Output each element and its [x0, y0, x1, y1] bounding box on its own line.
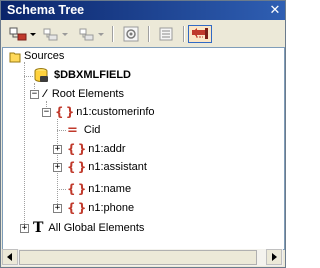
schema-tree: Sources $DBXMLFIELD − ∕ Root Elements − … — [2, 47, 285, 250]
tree-node-label: n1:assistant — [88, 161, 147, 173]
tree-node-source[interactable]: $DBXMLFIELD — [33, 67, 131, 83]
tree-node-name[interactable]: { } n1:name — [67, 181, 131, 197]
attribute-icon: = — [67, 122, 78, 138]
database-icon — [34, 68, 48, 82]
properties-button[interactable] — [120, 25, 142, 43]
expand-toggle[interactable]: + — [53, 145, 62, 154]
folder-icon — [9, 52, 21, 62]
element-icon: { } — [67, 142, 86, 156]
append-button[interactable] — [78, 25, 104, 43]
tree-node-cid[interactable]: = Cid — [67, 122, 100, 138]
chevron-down-icon — [61, 32, 68, 36]
slash-icon: ∕ — [44, 88, 46, 100]
insert-child-icon — [9, 27, 26, 41]
insert-before-button[interactable] — [42, 25, 68, 43]
arrow-right-icon — [272, 253, 277, 261]
collapse-toggle[interactable]: − — [42, 108, 51, 117]
tree-node-customerinfo[interactable]: { } n1:customerinfo — [55, 104, 155, 120]
text-type-icon: T — [33, 220, 44, 236]
tree-node-label: All Global Elements — [48, 222, 145, 234]
tree-node-label: n1:addr — [88, 143, 126, 155]
toolbar — [2, 21, 284, 47]
tree-node-root-elements[interactable]: ∕ Root Elements — [44, 86, 124, 102]
schema-tree-panel: Schema Tree ✕ Sources $DBXMLFIELD − ∕ Ro… — [0, 0, 286, 268]
tree-node-assistant[interactable]: { } n1:assistant — [67, 159, 147, 175]
toolbar-separator — [183, 26, 185, 42]
tree-node-label: Root Elements — [51, 88, 124, 100]
return-button[interactable] — [188, 25, 212, 43]
tree-node-phone[interactable]: { } n1:phone — [67, 200, 134, 216]
expand-toggle[interactable]: + — [53, 163, 62, 172]
tree-node-addr[interactable]: { } n1:addr — [67, 141, 126, 157]
tree-node-label: n1:name — [88, 183, 132, 195]
fields-button[interactable] — [155, 25, 177, 43]
expand-toggle[interactable]: + — [53, 204, 62, 213]
tree-line — [24, 62, 25, 228]
scroll-right-button[interactable] — [266, 249, 282, 265]
element-icon: { } — [67, 160, 86, 174]
toolbar-separator — [148, 26, 150, 42]
insert-before-icon — [43, 28, 57, 41]
tree-node-label: Sources — [24, 50, 65, 62]
element-icon: { } — [67, 201, 86, 215]
horizontal-scrollbar[interactable] — [2, 249, 283, 266]
return-arrow-icon — [192, 28, 208, 39]
close-icon[interactable]: ✕ — [268, 3, 282, 17]
tree-line — [57, 130, 66, 131]
element-icon: { } — [55, 105, 74, 119]
tree-line — [57, 189, 66, 190]
panel-title: Schema Tree — [7, 3, 85, 17]
scroll-left-button[interactable] — [2, 249, 18, 265]
toolbar-separator — [112, 26, 114, 42]
tree-node-sources[interactable]: Sources — [9, 48, 64, 64]
expand-toggle[interactable]: + — [20, 224, 29, 233]
tree-node-label: $DBXMLFIELD — [54, 69, 131, 81]
collapse-toggle[interactable]: − — [30, 90, 39, 99]
scroll-thumb[interactable] — [19, 250, 257, 265]
arrow-left-icon — [7, 253, 12, 261]
tree-node-global-elements[interactable]: T All Global Elements — [33, 220, 144, 236]
chevron-down-icon — [97, 32, 104, 36]
tree-node-label: n1:phone — [88, 202, 135, 214]
gear-icon — [123, 26, 139, 42]
element-icon: { } — [67, 182, 86, 196]
title-bar: Schema Tree ✕ — [1, 1, 285, 20]
chevron-down-icon — [29, 32, 36, 36]
tree-node-label: Cid — [83, 124, 101, 136]
tree-line — [24, 76, 33, 77]
fields-icon — [159, 27, 173, 41]
tree-node-label: n1:customerinfo — [76, 106, 155, 118]
append-icon — [79, 28, 93, 41]
add-child-button[interactable] — [8, 25, 36, 43]
